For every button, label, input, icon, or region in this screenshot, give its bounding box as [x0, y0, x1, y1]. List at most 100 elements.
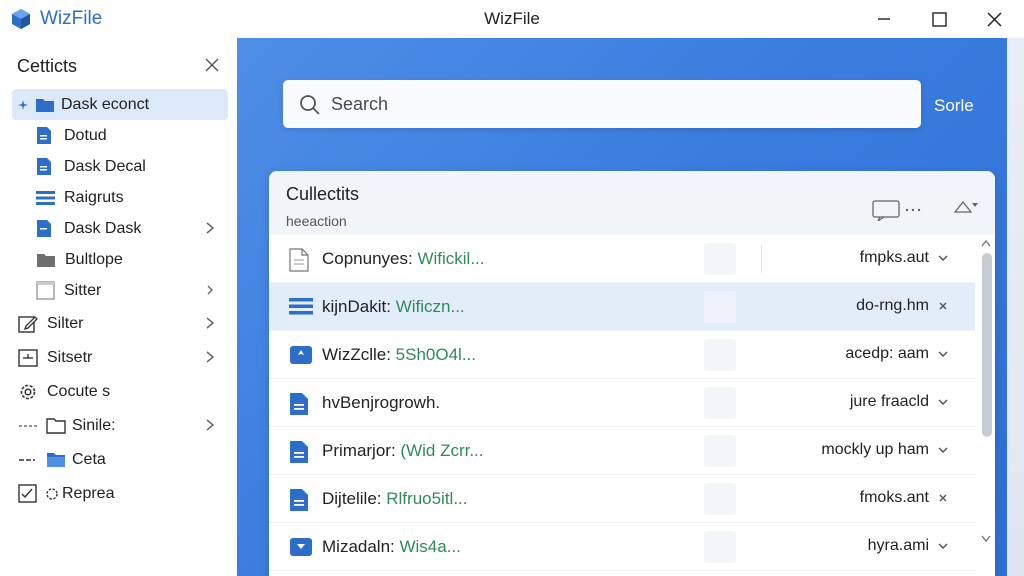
panel-header: Cullectits heeaction — [269, 171, 995, 235]
table-row[interactable]: WizZclle: 5Sh0O4l... acedp: aam — [269, 331, 975, 379]
document-icon — [37, 127, 51, 144]
table-row[interactable]: Mizadaln: Wis4a... hyra.ami — [269, 523, 975, 571]
row-name-text: Dijtelile: — [322, 489, 387, 508]
row-name-text: Primarjor: — [322, 441, 401, 460]
folder-icon — [37, 253, 55, 267]
row-ext-text: (Wid Zcrr... — [400, 441, 484, 460]
sidebar-item-label: Dask econct — [61, 95, 150, 113]
sidebar-item-dask-dask[interactable]: Dask Dask — [12, 213, 228, 244]
document-outline-icon — [289, 248, 309, 272]
row-placeholder — [704, 387, 736, 419]
sidebar-item-sitter[interactable]: Sitter — [12, 275, 228, 306]
list-icon — [36, 190, 55, 205]
sidebar-item-bultlope[interactable]: Bultlope — [12, 244, 228, 275]
sidebar-item-dask-econct[interactable]: Dask econct — [12, 89, 228, 120]
scrollbar[interactable] — [977, 235, 995, 576]
comment-more-icon[interactable] — [872, 199, 924, 221]
chevron-right-icon — [206, 419, 215, 431]
sidebar-item-sinile[interactable]: Sinile: — [12, 410, 228, 441]
sidebar-item-label: Dotud — [64, 126, 107, 144]
row-meta: do-rng.hm — [856, 297, 929, 314]
close-icon[interactable] — [937, 300, 949, 312]
row-ext-text: Wificzn... — [395, 297, 465, 316]
chevron-right-icon — [206, 222, 215, 234]
sort-button[interactable]: Sorle — [934, 96, 974, 116]
window-edge — [1007, 38, 1024, 576]
folder-blue-icon — [290, 346, 312, 364]
sidebar-item-label: Bultlope — [65, 250, 123, 268]
document-icon — [37, 158, 51, 175]
row-placeholder — [704, 291, 736, 323]
sidebar-item-ceta[interactable]: Ceta — [12, 444, 228, 475]
row-ext-text: Wifickil... — [417, 249, 485, 268]
scroll-up-icon[interactable] — [981, 239, 991, 247]
table-row[interactable]: hvBenjrogrowh. jure fraacld — [269, 379, 975, 427]
row-placeholder — [704, 483, 736, 515]
panel-title: Cullectits — [286, 184, 360, 204]
scroll-thumb[interactable] — [982, 253, 992, 437]
search-box[interactable] — [283, 80, 921, 128]
app-name: WizFile — [40, 8, 103, 29]
sidebar-item-label: Reprea — [62, 484, 115, 502]
sidebar-close-icon[interactable] — [203, 56, 221, 74]
chevron-down-icon[interactable] — [937, 540, 949, 552]
sidebar-item-label: Cocute s — [47, 382, 111, 400]
row-placeholder — [704, 531, 736, 563]
row-divider — [761, 245, 762, 273]
row-meta: hyra.ami — [867, 537, 929, 554]
search-icon — [300, 95, 320, 115]
chevron-right-icon — [206, 317, 215, 329]
minimize-button[interactable] — [864, 4, 904, 34]
search-input[interactable] — [331, 92, 891, 116]
sidebar-item-reprea[interactable]: Reprea — [12, 478, 228, 509]
row-meta: fmpks.aut — [859, 249, 929, 266]
document-icon — [290, 441, 308, 463]
tree-branch-icon — [19, 458, 35, 461]
table-row[interactable]: Dijtelile: Rlfruo5itl... fmoks.ant — [269, 475, 975, 523]
sidebar-item-label: Dask Dask — [64, 219, 142, 237]
scroll-down-icon[interactable] — [981, 535, 991, 543]
row-name: Mizadaln: Wis4a... — [322, 537, 461, 557]
document-icon — [290, 489, 308, 511]
row-name-text: hvBenjrogrowh. — [322, 393, 441, 412]
chevron-down-icon[interactable] — [937, 396, 949, 408]
chevron-down-icon[interactable] — [937, 252, 949, 264]
sidebar-item-cocute[interactable]: Cocute s — [12, 376, 228, 407]
maximize-icon — [931, 11, 947, 27]
share-cloud-icon[interactable] — [953, 199, 979, 217]
close-icon[interactable] — [937, 492, 949, 504]
row-name: Primarjor: (Wid Zcrr... — [322, 441, 484, 461]
sidebar: Cetticts Dask econct Dotud Dask Decal Ra… — [0, 38, 237, 576]
table-row[interactable]: kijnDakit: Wificzn... do-rng.hm — [269, 283, 975, 331]
table-row[interactable]: Primarjor: (Wid Zcrr... mockly up ham — [269, 427, 975, 475]
row-meta: jure fraacld — [849, 393, 929, 410]
main-area: Sorle Cullectits heeaction Copnunyes: Wi… — [237, 38, 1007, 576]
sidebar-item-dotud[interactable]: Dotud — [12, 120, 228, 151]
sidebar-item-sitsetr[interactable]: Sitsetr — [12, 342, 228, 373]
row-name-text: kijnDakit: — [322, 297, 396, 316]
row-name: kijnDakit: Wificzn... — [322, 297, 465, 317]
wizfile-logo-icon — [12, 9, 30, 29]
sidebar-item-raigruts[interactable]: Raigruts — [12, 182, 228, 213]
document-icon — [37, 220, 51, 237]
chevron-down-icon[interactable] — [937, 348, 949, 360]
sidebar-item-silter[interactable]: Silter — [12, 308, 228, 339]
gear-icon — [20, 384, 36, 399]
sidebar-item-dask-decal[interactable]: Dask Decal — [12, 151, 228, 182]
row-placeholder — [704, 339, 736, 371]
sidebar-item-label: Ceta — [72, 450, 106, 468]
minimize-icon — [878, 18, 890, 20]
expand-star-icon — [18, 99, 28, 110]
checklist-icon — [18, 484, 37, 503]
close-window-button[interactable] — [974, 4, 1014, 34]
row-ext-text: Rlfruo5itl... — [386, 489, 468, 508]
maximize-button[interactable] — [919, 4, 959, 34]
row-placeholder — [704, 435, 736, 467]
sidebar-item-label: Sitter — [64, 281, 102, 299]
table-row[interactable]: Copnunyes: Wifickil... fmpks.aut — [269, 235, 975, 283]
row-name: hvBenjrogrowh. — [322, 393, 440, 413]
chevron-down-icon[interactable] — [937, 444, 949, 456]
row-name: Dijtelile: Rlfruo5itl... — [322, 489, 468, 509]
row-name-text: Mizadaln: — [322, 537, 400, 556]
sidebar-item-label: Silter — [47, 314, 84, 332]
